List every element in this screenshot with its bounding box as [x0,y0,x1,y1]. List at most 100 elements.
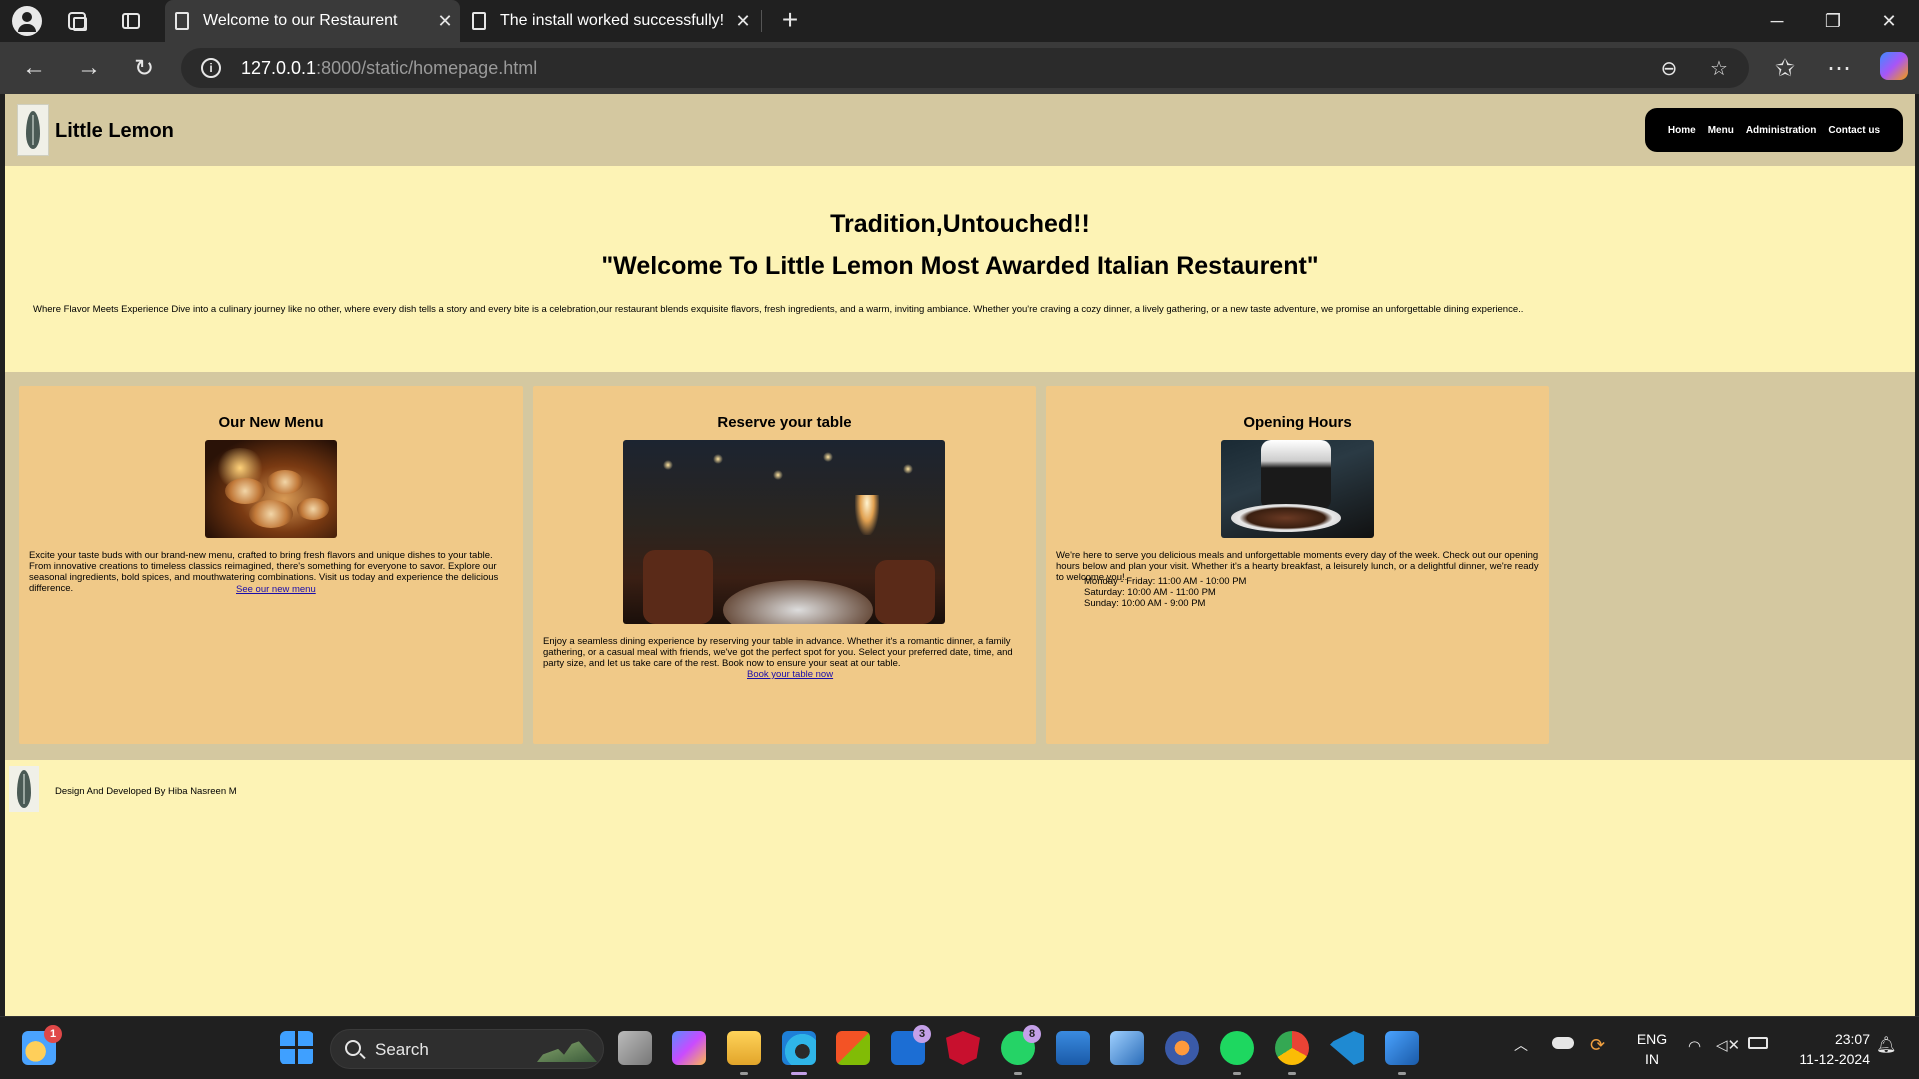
site-nav: Home Menu Administration Contact us [1645,108,1903,152]
menu-food-image [205,440,337,538]
battery-icon[interactable] [1748,1037,1768,1049]
tab-install[interactable]: The install worked successfully! Co ✕ [462,0,758,42]
tab-title: The install worked successfully! Co [500,12,728,29]
see-menu-link[interactable]: See our new menu [236,584,316,595]
lang-line: ENG [1636,1031,1668,1047]
photos-icon[interactable] [1385,1031,1419,1075]
copilot-icon[interactable] [1880,52,1908,80]
footer-logo-icon [9,766,39,812]
region-line: IN [1645,1051,1659,1067]
address-bar[interactable]: i 127.0.0.1:8000/static/homepage.html ⊖ … [181,48,1749,88]
hours-sunday: Sunday: 10:00 AM - 9:00 PM [1084,598,1206,609]
nav-contact-link[interactable]: Contact us [1828,125,1880,136]
mcafee-icon[interactable] [946,1031,980,1065]
book-table-link[interactable]: Book your table now [747,669,833,680]
clock-time: 23:07 [1834,1031,1870,1047]
hours-weekday: Monday - Friday: 11:00 AM - 10:00 PM [1084,576,1247,587]
close-icon[interactable]: ✕ [430,11,460,32]
hero-section: Tradition,Untouched!! "Welcome To Little… [5,166,1915,372]
close-icon[interactable]: ✕ [728,11,758,32]
taskbar: 1 Search 3 8 ︿ ⟳ ENG IN ◠ ◁✕ 23:07 11-12… [0,1016,1919,1079]
system-clock[interactable]: 23:07 11-12-2024 [1786,1029,1870,1069]
hero-welcome: "Welcome To Little Lemon Most Awarded It… [601,252,1319,280]
sync-icon[interactable]: ⟳ [1590,1035,1605,1056]
tab-title: Welcome to our Restaurent [203,12,398,29]
nav-home-link[interactable]: Home [1668,125,1696,136]
url-text[interactable]: 127.0.0.1:8000/static/homepage.html [241,58,537,79]
onedrive-icon[interactable] [1552,1037,1574,1049]
logo-icon[interactable] [17,104,49,156]
page-icon [175,12,189,30]
whatsapp-badge: 8 [1023,1025,1041,1043]
file-explorer-icon[interactable] [727,1031,761,1075]
favorites-icon[interactable]: ✩ [1767,52,1803,84]
spotify-icon[interactable] [1220,1031,1254,1075]
site-footer: Design And Developed By Hiba Nasreen M [5,760,1915,820]
task-view-icon[interactable] [618,1031,652,1065]
browser-tab-bar: Welcome to our Restaurent ✕ The install … [0,0,1919,42]
hero-intro: Where Flavor Meets Experience Dive into … [33,304,1524,315]
menu-card-title: Our New Menu [218,414,324,431]
reserve-card-title: Reserve your table [717,414,852,431]
teams-icon[interactable]: 3 [891,1025,931,1065]
footer-credit: Design And Developed By Hiba Nasreen M [55,786,237,797]
brand-name: Little Lemon [55,120,174,142]
restore-icon[interactable]: ❐ [1805,0,1861,42]
hours-card-title: Opening Hours [1243,414,1352,431]
hours-saturday: Saturday: 10:00 AM - 11:00 PM [1084,587,1216,598]
firefox-icon[interactable] [1165,1031,1199,1065]
reserve-card: Reserve your table Enjoy a seamless dini… [533,386,1036,744]
nav-menu-link[interactable]: Menu [1708,125,1734,136]
opening-hours-list: Monday - Friday: 11:00 AM - 10:00 PM Sat… [1084,576,1246,609]
chrome-icon[interactable] [1275,1031,1309,1075]
chevron-up-icon[interactable]: ︿ [1514,1035,1528,1055]
page-icon [472,12,486,30]
favorite-star-icon[interactable]: ☆ [1705,54,1733,82]
tab-welcome[interactable]: Welcome to our Restaurent ✕ [165,0,460,42]
search-icon [345,1040,361,1056]
page-viewport: Little Lemon Home Menu Administration Co… [5,94,1915,1016]
cards-section: Our New Menu Excite your taste buds with… [5,372,1915,760]
edge-icon[interactable] [782,1031,816,1075]
notification-bell-icon[interactable]: 🔔︎ [1876,1035,1896,1055]
nav-administration-link[interactable]: Administration [1746,125,1817,136]
reserve-card-text: Enjoy a seamless dining experience by re… [543,636,1013,669]
start-icon[interactable] [280,1031,314,1065]
more-icon[interactable]: ⋯ [1821,52,1857,84]
dining-room-image [623,440,945,624]
hero-tagline: Tradition,Untouched!! [830,210,1090,238]
app-icon[interactable] [1056,1031,1090,1065]
clock-date: 11-12-2024 [1799,1051,1870,1067]
menu-card: Our New Menu Excite your taste buds with… [19,386,523,744]
zoom-out-icon[interactable]: ⊖ [1655,54,1683,82]
weather-icon[interactable]: 1 [22,1025,62,1065]
back-icon[interactable]: ← [16,52,52,84]
search-highlight-icon [537,1038,597,1062]
site-info-icon[interactable]: i [201,58,221,78]
vertical-tabs-icon[interactable] [116,6,146,36]
profile-icon[interactable] [12,6,42,36]
app-icon[interactable] [1110,1031,1144,1065]
copilot-app-icon[interactable] [672,1031,706,1065]
teams-badge: 3 [913,1025,931,1043]
store-icon[interactable] [836,1031,870,1065]
workspaces-icon[interactable] [62,6,92,36]
chef-plating-image [1221,440,1374,538]
taskbar-search-input[interactable]: Search [330,1029,604,1069]
minimize-icon[interactable]: ─ [1749,0,1805,42]
forward-icon[interactable]: → [71,52,107,84]
tab-divider [761,10,762,32]
language-indicator[interactable]: ENG IN [1634,1029,1670,1069]
close-window-icon[interactable]: ✕ [1861,0,1917,42]
weather-badge: 1 [44,1025,62,1043]
vscode-icon[interactable] [1330,1031,1364,1065]
refresh-icon[interactable]: ↻ [126,52,162,84]
browser-toolbar: ← → ↻ i 127.0.0.1:8000/static/homepage.h… [0,42,1919,94]
whatsapp-icon[interactable]: 8 [1001,1025,1041,1075]
wifi-icon[interactable]: ◠ [1688,1037,1701,1055]
search-label: Search [375,1040,429,1059]
volume-muted-icon[interactable]: ◁✕ [1716,1036,1740,1054]
hours-card: Opening Hours We're here to serve you de… [1046,386,1549,744]
new-tab-icon[interactable]: + [775,4,805,36]
site-header: Little Lemon Home Menu Administration Co… [5,94,1915,166]
